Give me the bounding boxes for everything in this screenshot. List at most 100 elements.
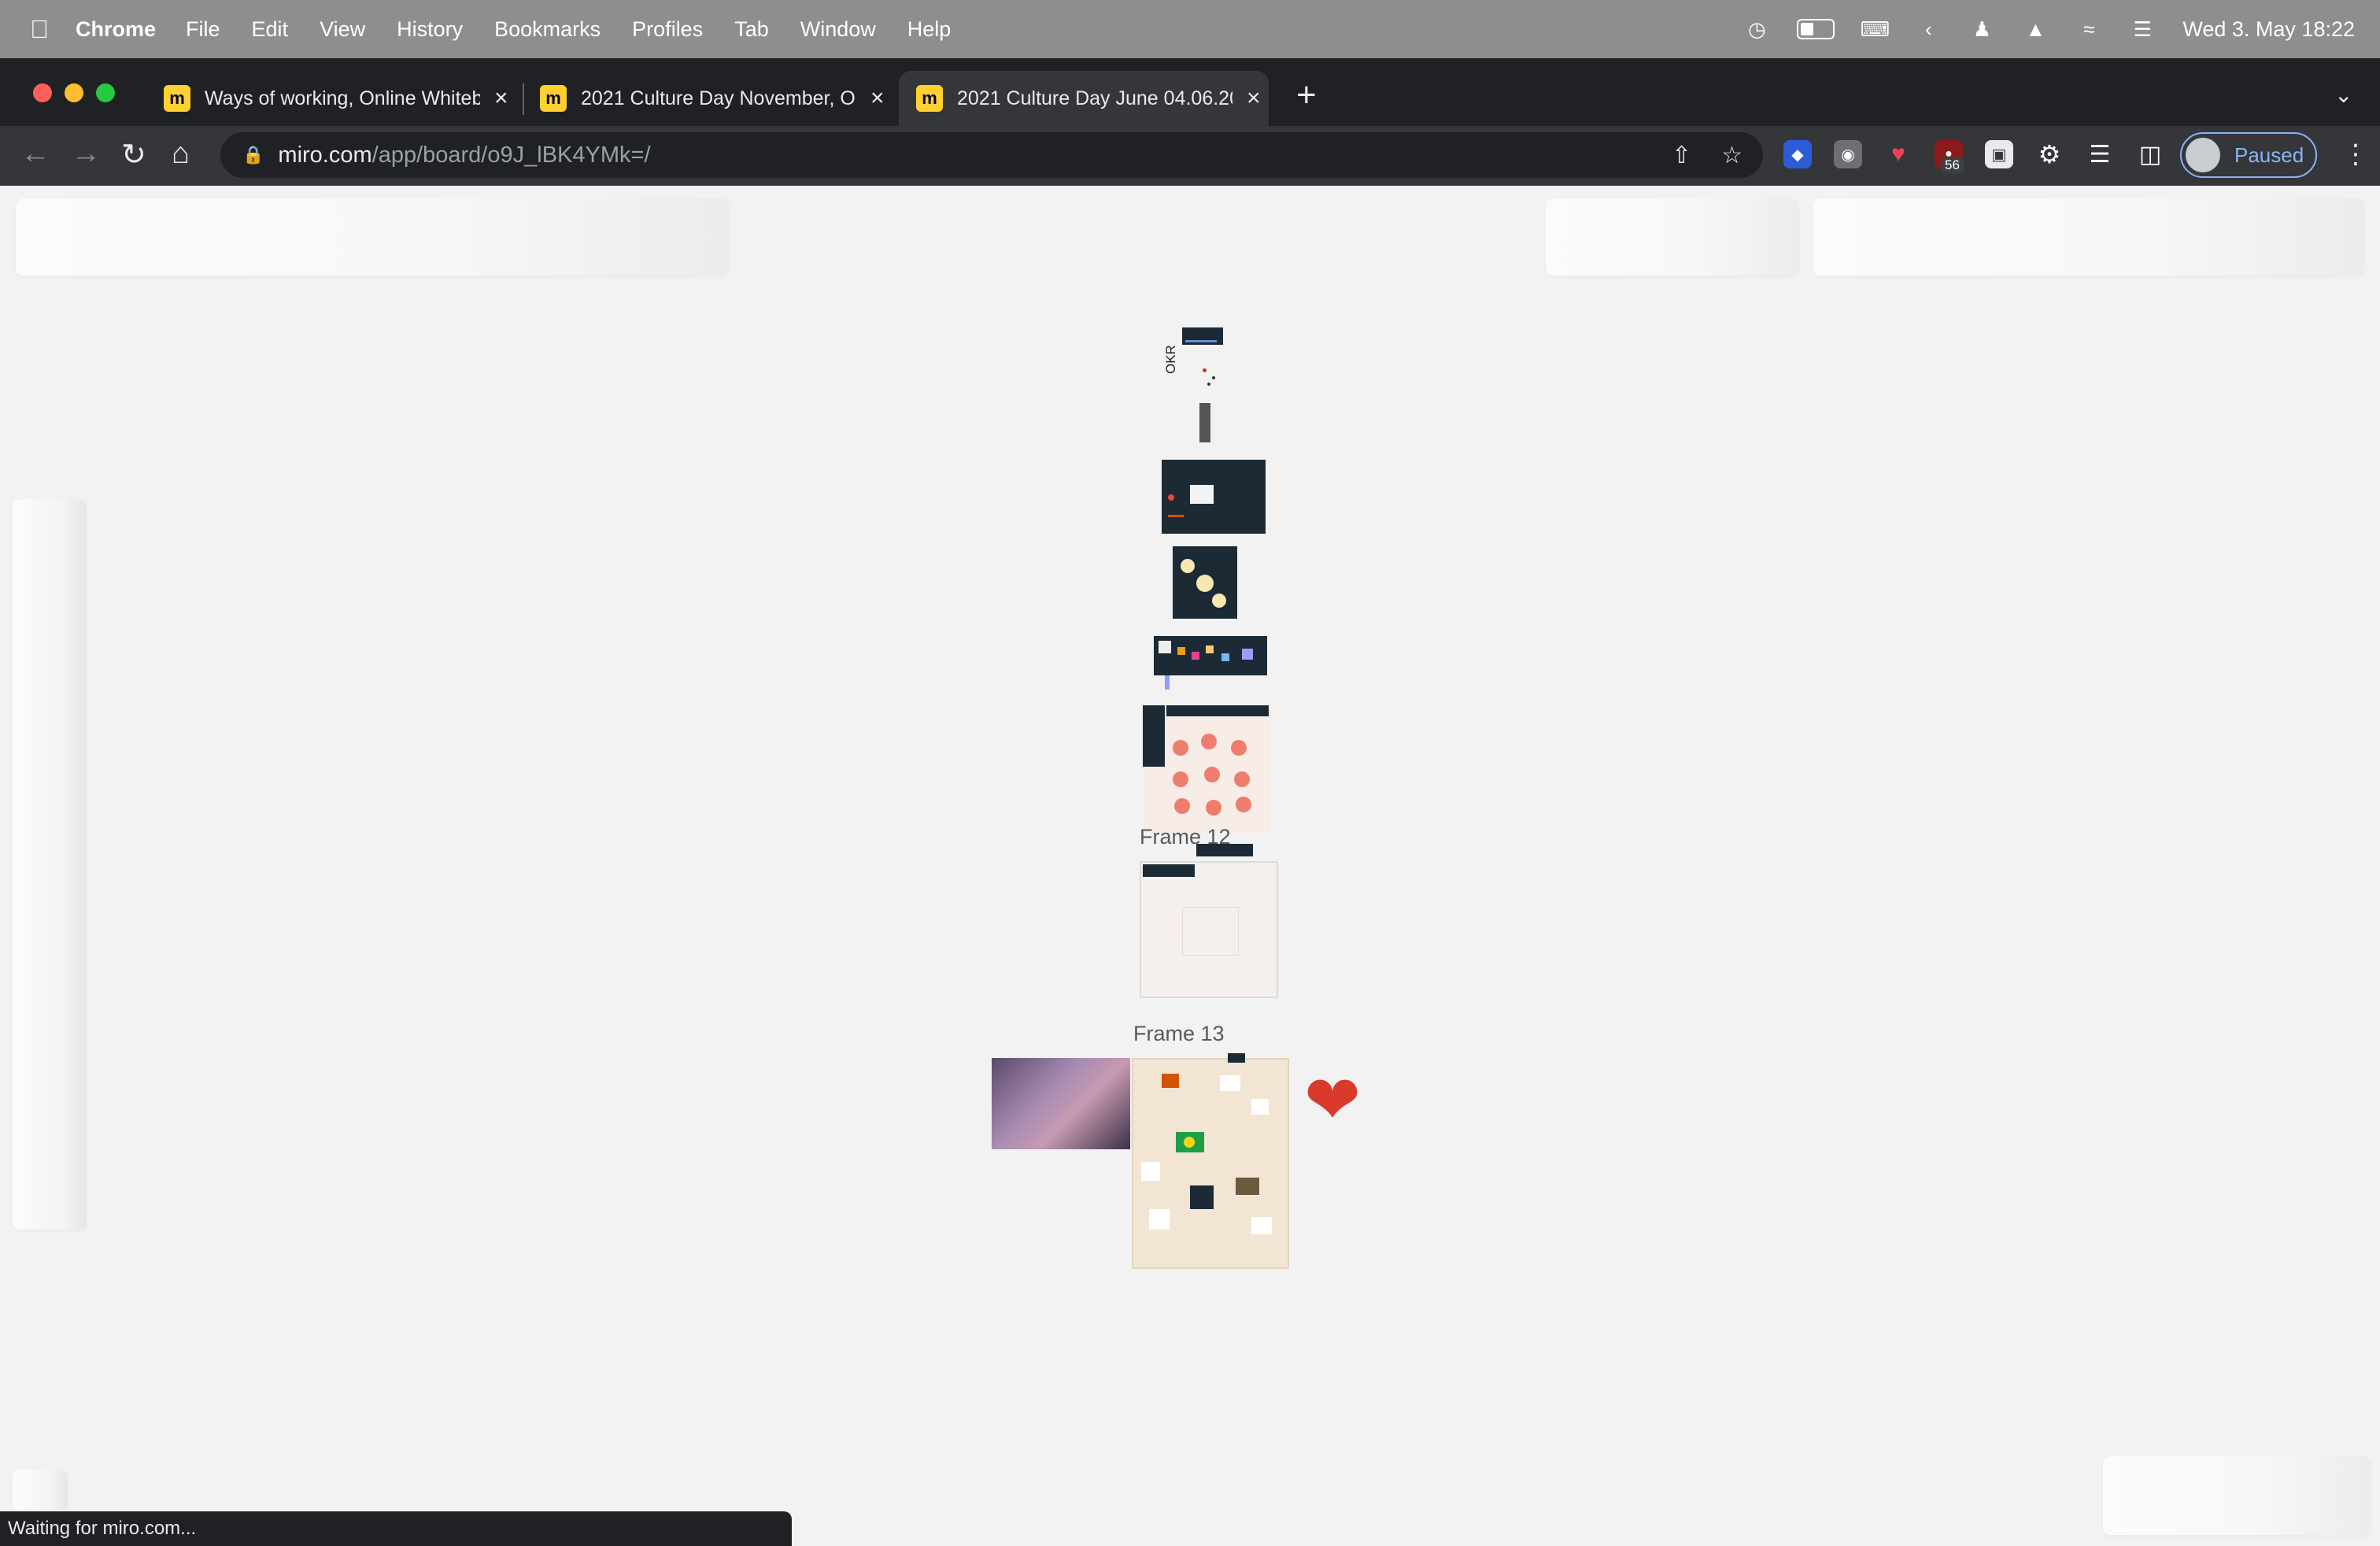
chevron-left-icon[interactable]: ‹ <box>1915 17 1942 41</box>
page-status-bar: Waiting for miro.com... <box>0 1511 792 1546</box>
frame-card <box>1141 1162 1160 1181</box>
board-thumbnail-header <box>1196 844 1253 856</box>
people-icon[interactable]: ♟ <box>1968 17 1995 41</box>
board-frame-dark-2[interactable] <box>1173 546 1237 619</box>
pocket-extension-icon[interactable]: ♥ <box>1884 140 1913 168</box>
frame-flower <box>1231 740 1247 756</box>
board-frame-dark-3[interactable] <box>1154 636 1267 675</box>
board-frame-12[interactable] <box>1140 861 1278 998</box>
board-sticky-dot <box>1203 368 1207 372</box>
tab-search-chevron-icon[interactable]: ⌄ <box>2334 82 2352 108</box>
frame-header-tile <box>1228 1053 1245 1063</box>
frame-card <box>1251 1099 1269 1115</box>
bottom-left-placeholder <box>13 1469 68 1511</box>
frame-flower <box>1173 771 1188 787</box>
frame-card <box>1251 1217 1272 1234</box>
vpn-icon[interactable]: ▲ <box>2022 17 2049 41</box>
close-tab-icon[interactable]: × <box>494 85 508 112</box>
frame-marker <box>1168 494 1174 501</box>
miro-favicon-icon: m <box>916 85 943 112</box>
profile-button[interactable]: Paused <box>2180 132 2317 178</box>
time-machine-icon[interactable]: ◷ <box>1743 17 1770 41</box>
frame-flower <box>1174 798 1190 814</box>
frame-header-dark <box>1166 705 1269 716</box>
frame-sticky <box>1221 653 1229 661</box>
menu-profiles[interactable]: Profiles <box>632 17 703 42</box>
share-icon[interactable]: ⇧ <box>1672 142 1691 169</box>
menu-bookmarks[interactable]: Bookmarks <box>494 17 601 42</box>
frame-faint-diagram <box>1182 907 1239 956</box>
board-thumbnail-column <box>1199 403 1210 442</box>
miro-favicon-icon: m <box>540 85 567 112</box>
extension-cube-icon[interactable]: ▣ <box>1985 140 2013 168</box>
app-menu: Chrome File Edit View History Bookmarks … <box>76 17 982 42</box>
avatar <box>2186 138 2220 172</box>
keyboard-icon[interactable]: ⌨ <box>1861 17 1890 41</box>
bitwarden-extension-icon[interactable]: ◆ <box>1783 140 1812 168</box>
frame-sticky <box>1212 594 1226 608</box>
zoom-window-button[interactable] <box>96 83 115 102</box>
frame-title-bar <box>1143 864 1195 877</box>
close-window-button[interactable] <box>33 83 52 102</box>
frame-line <box>1168 515 1184 517</box>
frame-sticky <box>1242 649 1253 660</box>
menu-history[interactable]: History <box>397 17 463 42</box>
close-tab-icon[interactable]: × <box>870 85 885 112</box>
macos-menu-bar:  Chrome File Edit View History Bookmark… <box>0 0 2380 58</box>
forward-button[interactable]: → <box>71 137 101 171</box>
frame-sidebar-dark <box>1143 705 1165 767</box>
board-photo-crowd[interactable] <box>992 1058 1130 1149</box>
wifi-icon[interactable]: ≈ <box>2075 17 2102 41</box>
tab-culture-day-june[interactable]: m 2021 Culture Day June 04.06.2021 × <box>899 71 1269 126</box>
close-tab-icon[interactable]: × <box>1247 85 1261 112</box>
flag-detail <box>1184 1137 1195 1148</box>
bookmark-star-icon[interactable]: ☆ <box>1721 142 1743 169</box>
chrome-menu-icon[interactable]: ⋮ <box>2342 139 2369 170</box>
okr-label: OKR <box>1163 345 1178 374</box>
minimize-window-button[interactable] <box>65 83 83 102</box>
frame-flower <box>1234 771 1250 787</box>
side-panel-icon[interactable]: ◫ <box>2136 140 2164 168</box>
menu-clock[interactable]: Wed 3. May 18:22 <box>2182 17 2355 42</box>
new-tab-button[interactable]: + <box>1296 76 1317 115</box>
control-center-icon[interactable]: ☰ <box>2129 17 2156 41</box>
address-bar[interactable]: 🔒 miro.com/app/board/o9J_lBK4YMk=/ ⇧ ☆ <box>220 132 1763 178</box>
frame-flower <box>1204 767 1220 782</box>
extension-mask-icon[interactable]: ◉ <box>1834 140 1862 168</box>
frame-image <box>1236 1178 1259 1195</box>
menu-window[interactable]: Window <box>800 17 876 42</box>
frame-sticky <box>1192 652 1199 660</box>
tab-ways-of-working[interactable]: m Ways of working, Online Whiteboard × <box>146 71 516 126</box>
menu-tab[interactable]: Tab <box>734 17 769 42</box>
board-frame-dark-1[interactable] <box>1162 460 1266 534</box>
board-frame-flowers[interactable] <box>1143 705 1270 833</box>
reload-button[interactable]: ↻ <box>121 137 146 172</box>
frame-flower <box>1206 800 1221 816</box>
extensions-puzzle-icon[interactable]: ⚙ <box>2035 140 2064 168</box>
zoom-controls-placeholder <box>2103 1456 2371 1535</box>
frame-13-label[interactable]: Frame 13 <box>1133 1022 1225 1046</box>
frame-flower <box>1201 734 1217 749</box>
board-frame-13[interactable] <box>1132 1053 1289 1269</box>
lock-icon[interactable]: 🔒 <box>242 145 264 165</box>
heart-icon[interactable]: ❤ <box>1304 1067 1361 1134</box>
battery-icon[interactable] <box>1797 19 1835 39</box>
profile-status-label: Paused <box>2234 142 2304 167</box>
board-sticky-dot <box>1207 383 1210 386</box>
frame-dark-tile <box>1190 1185 1214 1209</box>
address-path: /app/board/o9J_lBK4YMk=/ <box>371 142 651 168</box>
menu-app-name[interactable]: Chrome <box>76 17 156 42</box>
menu-view[interactable]: View <box>320 17 365 42</box>
media-queue-icon[interactable]: ☰ <box>2086 140 2114 168</box>
menu-edit[interactable]: Edit <box>252 17 289 42</box>
apple-menu-icon[interactable]:  <box>30 15 49 44</box>
back-button[interactable]: ← <box>20 137 50 171</box>
menu-file[interactable]: File <box>186 17 220 42</box>
home-button[interactable]: ⌂ <box>172 137 190 171</box>
frame-sticky <box>1181 559 1195 573</box>
address-host: miro.com <box>278 142 372 168</box>
menu-help[interactable]: Help <box>907 17 952 42</box>
board-thumbnail-detail <box>1185 340 1217 342</box>
board-header-placeholder <box>16 198 729 276</box>
tab-culture-day-november[interactable]: m 2021 Culture Day November, Online Whit… <box>523 71 893 126</box>
